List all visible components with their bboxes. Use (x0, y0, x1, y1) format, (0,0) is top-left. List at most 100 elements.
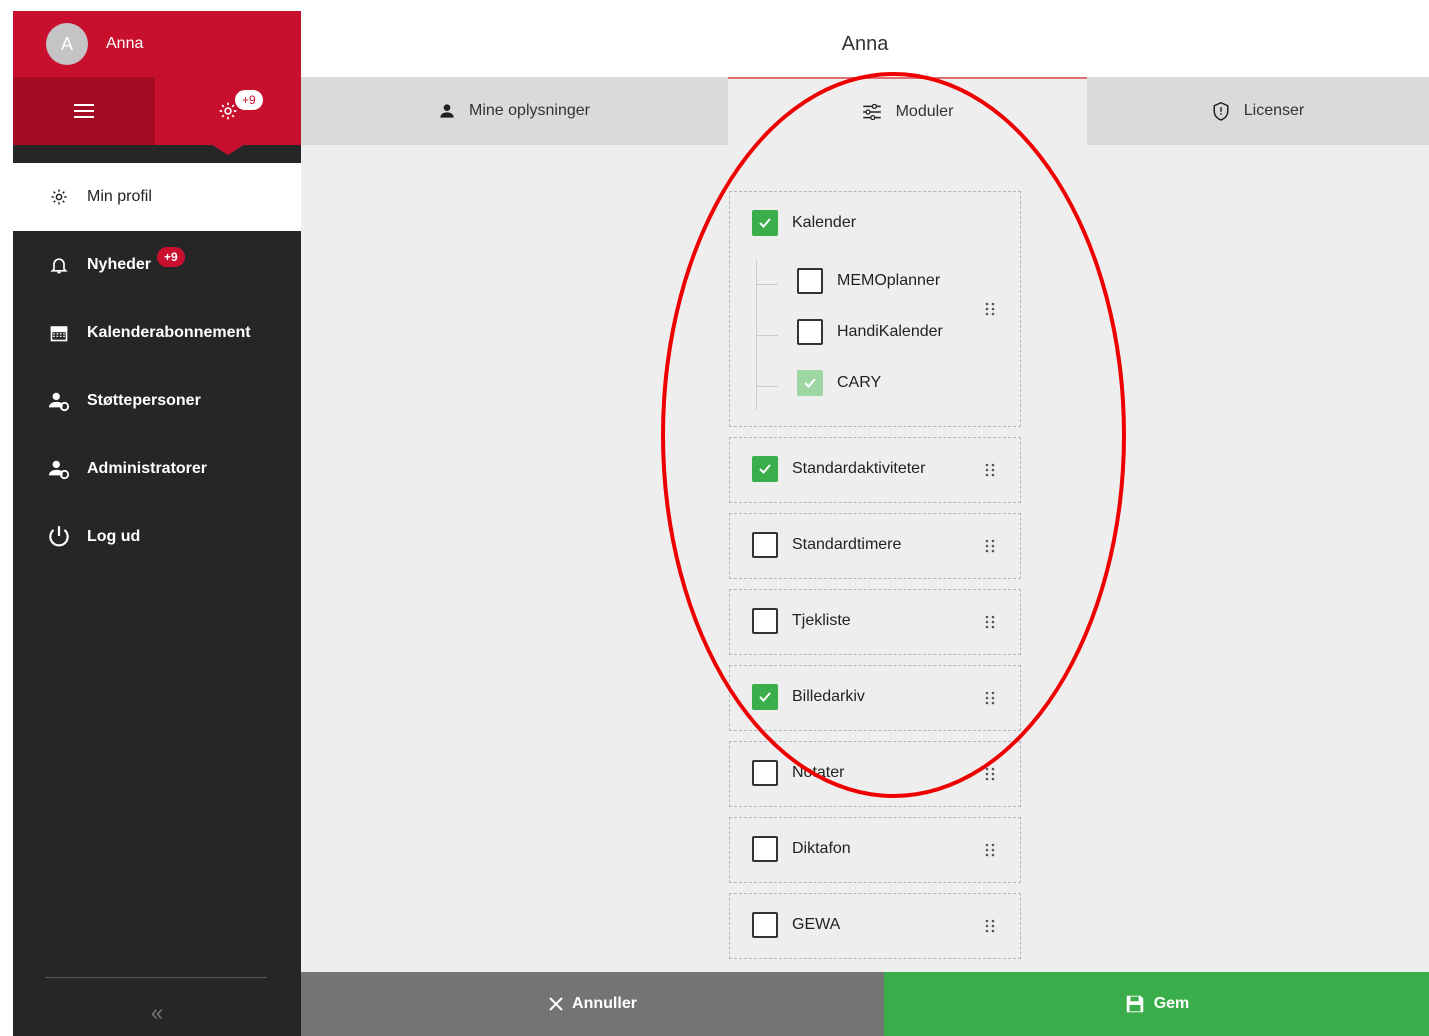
checkbox-billedarkiv[interactable] (752, 684, 778, 710)
checkbox-notater[interactable] (752, 760, 778, 786)
tree-branch (756, 386, 778, 387)
check-icon (759, 218, 771, 228)
sidebar-item-administratorer[interactable]: Administratorer (13, 435, 301, 503)
module-label: HandiKalender (837, 323, 943, 340)
drag-handle-icon[interactable] (984, 614, 996, 630)
module-label: Diktafon (792, 840, 851, 857)
sidebar-item-label: Administratorer (87, 460, 208, 477)
tab-bar: Mine oplysninger Moduler Licenser (301, 77, 1429, 145)
module-row-memoplanner[interactable]: MEMOplanner (797, 268, 940, 294)
checkbox-diktafon[interactable] (752, 836, 778, 862)
sidebar: A Anna +9 Min profil Nyheder +9 Kalender… (13, 11, 301, 1036)
module-kalender: Kalender MEMOplanner HandiKalender CARY (729, 191, 1021, 427)
module-tjekliste: Tjekliste (729, 589, 1021, 655)
sidebar-icon-row: +9 (13, 77, 301, 145)
sidebar-nav: Min profil Nyheder +9 Kalenderabonnement… (13, 163, 301, 571)
person-icon (439, 103, 455, 119)
module-row[interactable]: Standardtimere (752, 532, 901, 558)
page-title: Anna (841, 32, 889, 55)
module-label: Notater (792, 764, 845, 781)
module-standardtimere: Standardtimere (729, 513, 1021, 579)
tab-label: Licenser (1243, 102, 1305, 119)
drag-handle-icon[interactable] (984, 690, 996, 706)
power-icon (45, 523, 73, 551)
sidebar-item-label: Nyheder (87, 256, 152, 273)
save-label: Gem (1153, 995, 1190, 1012)
sliders-icon (862, 104, 882, 120)
module-gewa: GEWA (729, 893, 1021, 959)
module-row-handikalender[interactable]: HandiKalender (797, 319, 943, 345)
footer-actions: Annuller Gem (301, 972, 1429, 1036)
module-row[interactable]: GEWA (752, 912, 840, 938)
module-label: Standardtimere (792, 536, 902, 553)
sidebar-item-log-ud[interactable]: Log ud (13, 503, 301, 571)
sidebar-item-kalenderabonnement[interactable]: Kalenderabonnement (13, 299, 301, 367)
module-notater: Notater (729, 741, 1021, 807)
sidebar-item-label: Støttepersoner (87, 392, 201, 409)
module-label: GEWA (792, 916, 841, 933)
checkbox-tjekliste[interactable] (752, 608, 778, 634)
module-row-cary[interactable]: CARY (797, 370, 881, 396)
modules-panel: Kalender MEMOplanner HandiKalender CARY (301, 145, 1429, 972)
module-row[interactable]: Tjekliste (752, 608, 851, 634)
shield-icon (1212, 101, 1230, 121)
drag-handle-icon[interactable] (984, 766, 996, 782)
tab-label: Mine oplysninger (469, 102, 590, 119)
save-button[interactable]: Gem (884, 972, 1429, 1036)
save-icon (1124, 993, 1146, 1015)
sidebar-item-min-profil[interactable]: Min profil (13, 163, 301, 231)
module-label: MEMOplanner (837, 272, 941, 289)
module-row[interactable]: Diktafon (752, 836, 851, 862)
settings-button[interactable]: +9 (155, 77, 301, 145)
checkbox-gewa[interactable] (752, 912, 778, 938)
cancel-label: Annuller (572, 995, 637, 1012)
module-label: Kalender (792, 214, 857, 231)
close-icon (548, 996, 564, 1012)
checkbox-kalender[interactable] (752, 210, 778, 236)
sidebar-item-label: Min profil (87, 188, 152, 205)
checkbox-standardtimere[interactable] (752, 532, 778, 558)
active-pointer (211, 144, 245, 155)
module-row[interactable]: Notater (752, 760, 844, 786)
tree-branch (756, 284, 778, 285)
check-icon (759, 464, 771, 474)
tab-licenser[interactable]: Licenser (1087, 77, 1429, 145)
checkbox-memoplanner[interactable] (797, 268, 823, 294)
avatar: A (46, 23, 88, 65)
drag-handle-icon[interactable] (984, 538, 996, 554)
sidebar-item-label: Kalenderabonnement (87, 324, 251, 341)
sidebar-item-nyheder[interactable]: Nyheder +9 (13, 231, 301, 299)
tree-branch (756, 335, 778, 336)
sidebar-item-stottepersoner[interactable]: Støttepersoner (13, 367, 301, 435)
module-list: Kalender MEMOplanner HandiKalender CARY (729, 191, 1021, 969)
collapse-sidebar-button[interactable]: « (13, 995, 301, 1031)
checkbox-handikalender[interactable] (797, 319, 823, 345)
module-label: Standardaktiviteter (792, 460, 926, 477)
cancel-button[interactable]: Annuller (301, 972, 884, 1036)
drag-handle-icon[interactable] (984, 301, 996, 317)
hamburger-icon (74, 104, 94, 118)
module-label: Tjekliste (792, 612, 851, 629)
module-label: Billedarkiv (792, 688, 865, 705)
module-label: CARY (837, 374, 882, 391)
user-bar[interactable]: A Anna (13, 11, 301, 77)
tab-mine-oplysninger[interactable]: Mine oplysninger (301, 77, 728, 145)
tab-label: Moduler (895, 103, 954, 120)
checkbox-cary[interactable] (797, 370, 823, 396)
check-icon (804, 378, 816, 388)
tab-moduler[interactable]: Moduler (728, 77, 1087, 145)
person-gear-icon (45, 387, 73, 415)
settings-badge: +9 (235, 90, 263, 110)
module-row-kalender[interactable]: Kalender (752, 210, 856, 236)
sidebar-item-label: Log ud (87, 528, 141, 545)
drag-handle-icon[interactable] (984, 462, 996, 478)
checkbox-standardaktiviteter[interactable] (752, 456, 778, 482)
module-row[interactable]: Billedarkiv (752, 684, 865, 710)
user-name: Anna (106, 35, 144, 52)
module-row[interactable]: Standardaktiviteter (752, 456, 925, 482)
drag-handle-icon[interactable] (984, 918, 996, 934)
check-icon (759, 692, 771, 702)
menu-button[interactable] (13, 77, 155, 145)
drag-handle-icon[interactable] (984, 842, 996, 858)
module-diktafon: Diktafon (729, 817, 1021, 883)
